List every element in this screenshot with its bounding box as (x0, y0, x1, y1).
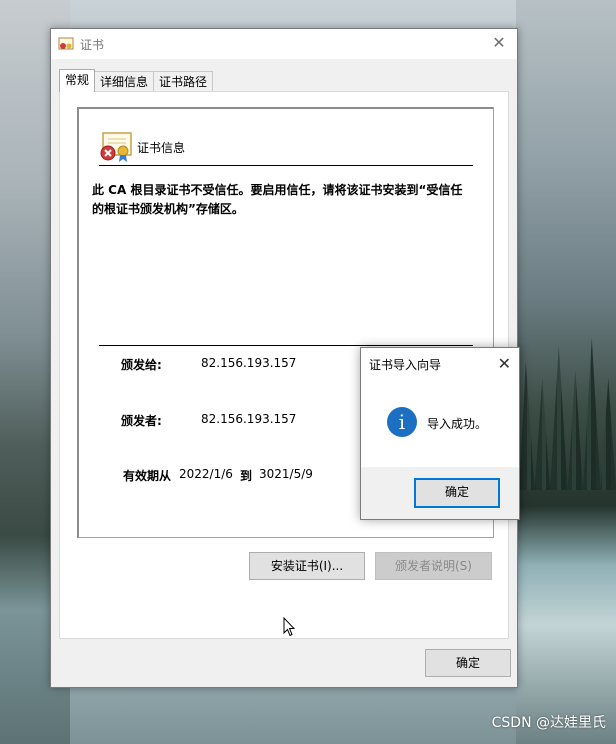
divider (99, 165, 473, 166)
valid-to-value: 3021/5/9 (259, 467, 313, 481)
certificate-icon (58, 37, 74, 50)
mouse-cursor-icon (283, 617, 295, 637)
close-icon[interactable]: ✕ (491, 35, 507, 51)
watermark: CSDN @达娃里氏 (491, 715, 606, 731)
valid-from-value: 2022/1/6 (179, 467, 233, 481)
issued-to-value: 82.156.193.157 (201, 356, 297, 370)
wizard-title: 证书导入向导 (369, 358, 442, 372)
background-mountain-right (516, 0, 616, 744)
close-icon[interactable]: ✕ (498, 354, 511, 373)
validity-label: 有效期从 (123, 469, 172, 483)
info-icon: i (387, 407, 417, 437)
wizard-footer: 确定 (361, 467, 519, 519)
wizard-ok-button[interactable]: 确定 (414, 478, 500, 508)
issued-to-label: 颁发给: (121, 358, 162, 372)
import-wizard-dialog: 证书导入向导 ✕ i 导入成功。 确定 (360, 347, 520, 520)
window-title: 证书 (80, 37, 105, 52)
validity-to-label: 到 (240, 469, 253, 483)
title-bar[interactable]: 证书 ✕ (51, 29, 517, 59)
tab-cert-path[interactable]: 证书路径 (153, 71, 214, 92)
untrusted-warning: 此 CA 根目录证书不受信任。要启用信任，请将该证书安装到“受信任的根证书颁发机… (92, 183, 463, 216)
tab-details[interactable]: 详细信息 (94, 71, 155, 92)
divider (99, 345, 473, 346)
install-certificate-button[interactable]: 安装证书(I)... (249, 552, 365, 580)
wizard-message: 导入成功。 (427, 417, 488, 431)
issuer-statement-button[interactable]: 颁发者说明(S) (375, 552, 492, 580)
cert-info-heading: 证书信息 (137, 141, 186, 155)
ok-button[interactable]: 确定 (425, 649, 511, 677)
issued-by-value: 82.156.193.157 (201, 412, 297, 426)
tab-general[interactable]: 常规 (59, 69, 96, 92)
wizard-title-bar[interactable]: 证书导入向导 ✕ (361, 348, 519, 378)
untrusted-certificate-icon (100, 132, 132, 162)
tab-strip: 常规 详细信息 证书路径 (59, 69, 214, 92)
issued-by-label: 颁发者: (121, 414, 162, 428)
